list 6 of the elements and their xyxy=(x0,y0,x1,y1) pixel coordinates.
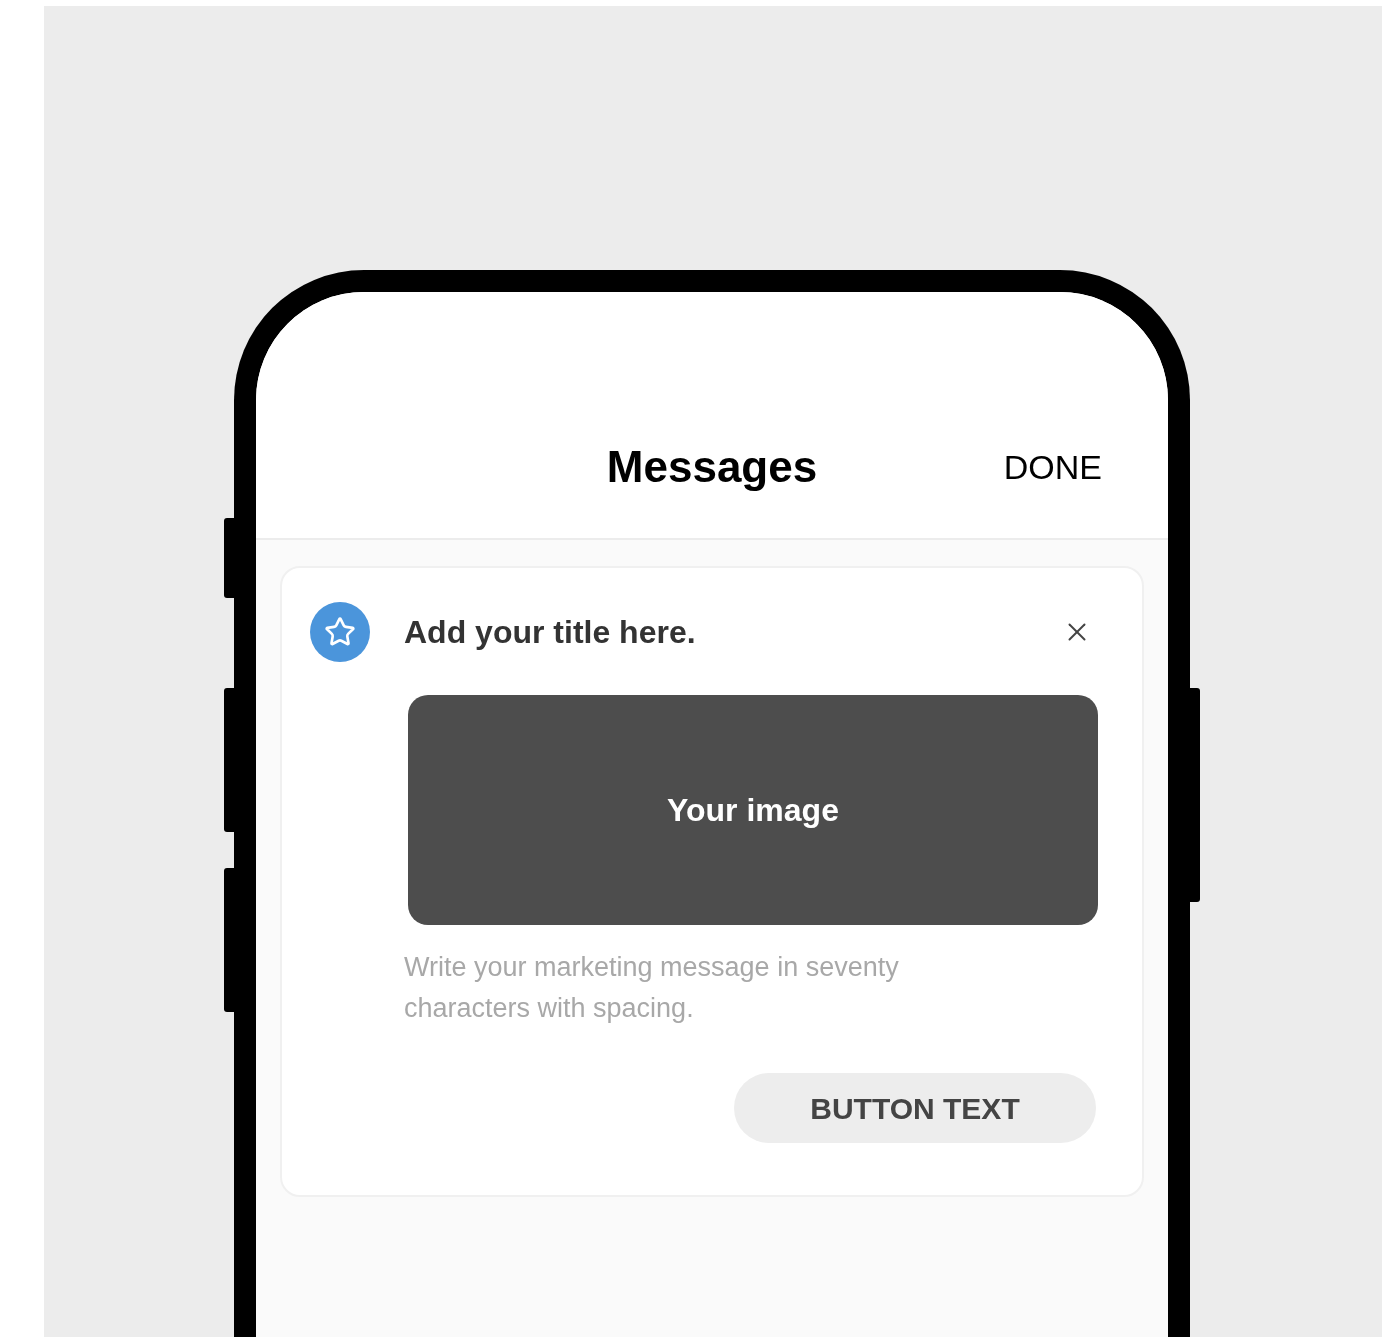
image-label: Your image xyxy=(667,791,839,830)
message-text: Write your marketing message in seventy characters with spacing. xyxy=(404,951,900,1025)
action-button[interactable]: BUTTON TEXT xyxy=(734,1073,1096,1143)
done-button[interactable]: DONE xyxy=(1003,441,1102,493)
card-title: Add your title here. xyxy=(404,613,697,652)
screen-title: Messages xyxy=(606,441,818,493)
